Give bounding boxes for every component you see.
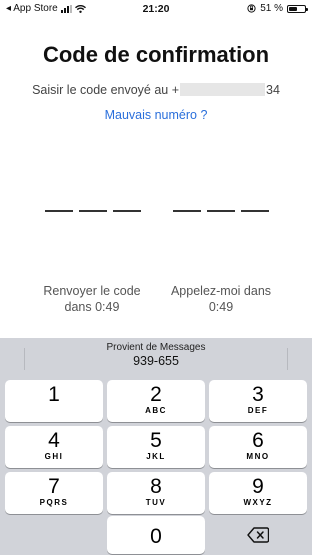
battery-percent: 51 % — [260, 3, 283, 14]
key-digit: 9 — [252, 475, 264, 498]
key-digit: 4 — [48, 429, 60, 452]
code-digit-slot[interactable] — [113, 210, 141, 212]
instruction-text: Saisir le code envoyé au + 34 — [0, 83, 312, 97]
orientation-lock-icon — [247, 4, 256, 13]
key-1[interactable]: 1 — [5, 380, 103, 422]
code-digit-slot[interactable] — [241, 210, 269, 212]
delete-button[interactable] — [209, 514, 307, 556]
key-8[interactable]: 8 TUV — [107, 472, 205, 514]
numeric-keyboard: Provient de Messages 939-655 1 2 ABC 3 D… — [0, 338, 312, 555]
call-me-button[interactable]: Appelez-moi dans 0:49 — [156, 283, 286, 315]
key-digit: 8 — [150, 475, 162, 498]
key-letters: ABC — [145, 406, 167, 415]
autofill-suggestion[interactable]: Provient de Messages 939-655 — [0, 342, 312, 368]
code-input-group-2[interactable] — [173, 210, 269, 212]
instruction-suffix: 34 — [266, 83, 280, 97]
code-digit-slot[interactable] — [173, 210, 201, 212]
call-me-label: Appelez-moi dans — [170, 284, 272, 298]
redacted-phone-number — [180, 83, 266, 96]
status-bar: ◂ App Store 21:20 51 % — [0, 0, 312, 18]
battery-icon — [287, 4, 308, 13]
key-3[interactable]: 3 DEF — [209, 380, 307, 422]
key-digit: 6 — [252, 429, 264, 452]
key-5[interactable]: 5 JKL — [107, 426, 205, 468]
key-letters: JKL — [146, 452, 166, 461]
instruction-prefix: Saisir le code envoyé au + — [32, 83, 180, 97]
key-6[interactable]: 6 MNO — [209, 426, 307, 468]
page-title: Code de confirmation — [42, 42, 270, 67]
key-digit: 2 — [150, 383, 162, 406]
key-2[interactable]: 2 ABC — [107, 380, 205, 422]
key-7[interactable]: 7 PQRS — [5, 472, 103, 514]
key-digit: 0 — [150, 525, 162, 548]
code-digit-slot[interactable] — [45, 210, 73, 212]
key-letters: DEF — [247, 406, 269, 415]
key-letters: TUV — [145, 498, 167, 507]
delete-backspace-icon — [247, 527, 269, 543]
code-digit-slot[interactable] — [79, 210, 107, 212]
key-letters: GHI — [44, 452, 64, 461]
suggestion-source: Provient de Messages — [106, 342, 206, 353]
code-input-group-1[interactable] — [45, 210, 141, 212]
key-4[interactable]: 4 GHI — [5, 426, 103, 468]
resend-code-timer: dans 0:49 — [64, 300, 120, 314]
key-digit: 1 — [48, 383, 60, 406]
code-digit-slot[interactable] — [207, 210, 235, 212]
key-letters: PQRS — [39, 498, 69, 507]
key-digit: 7 — [48, 475, 60, 498]
resend-code-label: Renvoyer le code — [43, 284, 141, 298]
status-right: 51 % — [247, 3, 308, 14]
key-0[interactable]: 0 — [107, 516, 205, 554]
key-digit: 5 — [150, 429, 162, 452]
battery-fill — [289, 6, 297, 11]
key-letters: WXYZ — [243, 498, 273, 507]
resend-code-button[interactable]: Renvoyer le code dans 0:49 — [27, 283, 157, 315]
suggestion-code: 939-655 — [133, 354, 179, 368]
wrong-number-link[interactable]: Mauvais numéro ? — [0, 108, 312, 122]
key-9[interactable]: 9 WXYZ — [209, 472, 307, 514]
key-letters: MNO — [246, 452, 270, 461]
call-me-timer: 0:49 — [208, 300, 234, 314]
key-digit: 3 — [252, 383, 264, 406]
